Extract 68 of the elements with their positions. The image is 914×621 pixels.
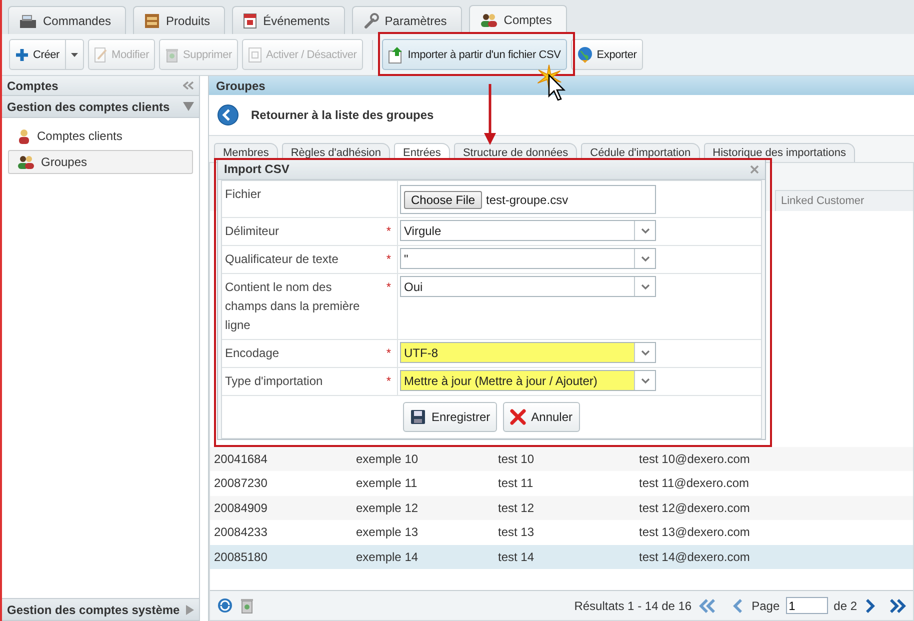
toolbar-button[interactable]: Exporter bbox=[570, 39, 643, 70]
panel-title: Groupes bbox=[209, 76, 914, 95]
table-cell-text: exemple 11 bbox=[356, 476, 418, 490]
select-field[interactable]: Oui bbox=[400, 276, 656, 297]
table-cell-text: exemple 13 bbox=[356, 525, 420, 540]
tab[interactable]: Produits bbox=[133, 6, 226, 34]
select-field[interactable]: Mettre à jour (Mettre à jour / Ajouter) bbox=[400, 370, 656, 391]
page-total: de 2 bbox=[834, 598, 857, 612]
table-cell-text: exemple 10 bbox=[356, 452, 420, 466]
back-link[interactable]: Retourner à la liste des groupes bbox=[251, 108, 434, 122]
section-title: Gestion des comptes clients bbox=[7, 100, 170, 114]
table-cell-text: test 11@dexero.com bbox=[639, 476, 750, 490]
table-cell-text: test 12@dexero.com bbox=[639, 500, 751, 515]
table-row[interactable]: 20084909 exemple 12 test 12 test 12@dexero.com bbox=[210, 496, 913, 520]
page-input[interactable]: 1 bbox=[786, 597, 828, 614]
field-label: Qualificateur de texte bbox=[225, 251, 338, 268]
save-button[interactable]: Enregistrer bbox=[403, 402, 498, 432]
table-cell-text: 20084909 bbox=[214, 500, 268, 515]
section-header[interactable]: Gestion des comptes clients bbox=[2, 96, 199, 118]
sidebar-item[interactable]: Comptes clients bbox=[8, 124, 193, 148]
required-mark: * bbox=[386, 251, 391, 268]
toolbar-button[interactable]: Importer à partir d'un fichier CSV bbox=[382, 39, 567, 70]
column-header[interactable]: Linked Customer bbox=[775, 190, 913, 211]
field-label: Contient le nom des champs dans la première ligne bbox=[225, 279, 361, 334]
field-label: Fichier bbox=[225, 186, 262, 203]
table-cell-text: test 13 bbox=[498, 525, 536, 540]
tab[interactable]: Comptes bbox=[468, 5, 567, 34]
panel-title: Comptes bbox=[7, 78, 58, 92]
table-cell-text: test 10 bbox=[498, 452, 536, 466]
field-label: Délimiteur bbox=[225, 223, 280, 240]
section-header[interactable]: Gestion des comptes système bbox=[2, 599, 199, 621]
required-mark: * bbox=[386, 345, 391, 362]
table-cell-text: test 11 bbox=[498, 476, 534, 490]
field-label: Type d'importation bbox=[225, 373, 323, 390]
sidebar-item[interactable]: Groupes bbox=[8, 150, 193, 174]
section-title: Gestion des comptes système bbox=[7, 602, 180, 616]
choose-file-button[interactable]: Choose File bbox=[404, 190, 482, 208]
table-row[interactable]: 20041684 exemple 10 test 10 test 10@dexero.com bbox=[210, 447, 913, 472]
tab[interactable]: Événements bbox=[232, 6, 345, 34]
field-label: Encodage bbox=[225, 345, 280, 362]
table-row[interactable]: 20085180 exemple 14 test 14 test 14@dexero.com bbox=[210, 545, 913, 570]
cancel-button[interactable]: Annuler bbox=[503, 402, 580, 432]
table-cell-text: 20087230 bbox=[214, 476, 268, 490]
dialog-title: Import CSV bbox=[224, 162, 290, 176]
select-field[interactable]: " bbox=[400, 248, 656, 269]
required-mark: * bbox=[386, 223, 391, 240]
tab[interactable]: Paramètres bbox=[352, 6, 462, 34]
table-cell-text: 20041684 bbox=[214, 452, 268, 466]
table-cell-text: test 14@dexero.com bbox=[639, 550, 751, 564]
table-cell-text: test 12 bbox=[498, 500, 536, 515]
table-cell-text: 20085180 bbox=[214, 550, 268, 564]
table-cell-text: exemple 14 bbox=[356, 550, 420, 564]
file-field[interactable]: Choose File test-groupe.csv bbox=[400, 185, 656, 214]
required-mark: * bbox=[386, 279, 391, 296]
select-field[interactable]: UTF-8 bbox=[400, 342, 656, 363]
results-count: Résultats 1 - 14 de 16 bbox=[574, 598, 692, 612]
table-cell-text: test 14 bbox=[498, 550, 536, 564]
table-cell-text: exemple 12 bbox=[356, 500, 420, 515]
table-cell-text: 20084233 bbox=[214, 525, 268, 540]
tab[interactable]: Historique des importations bbox=[704, 143, 855, 162]
table-cell-text: test 10@dexero.com bbox=[639, 452, 751, 466]
page-label: Page bbox=[752, 598, 780, 612]
toolbar-button[interactable]: Créer bbox=[9, 39, 66, 70]
table-cell-text: test 13@dexero.com bbox=[639, 525, 751, 540]
tab[interactable]: Commandes bbox=[8, 6, 126, 34]
required-mark: * bbox=[386, 373, 391, 390]
file-name: test-groupe.csv bbox=[486, 192, 568, 206]
select-field[interactable]: Virgule bbox=[400, 220, 656, 241]
